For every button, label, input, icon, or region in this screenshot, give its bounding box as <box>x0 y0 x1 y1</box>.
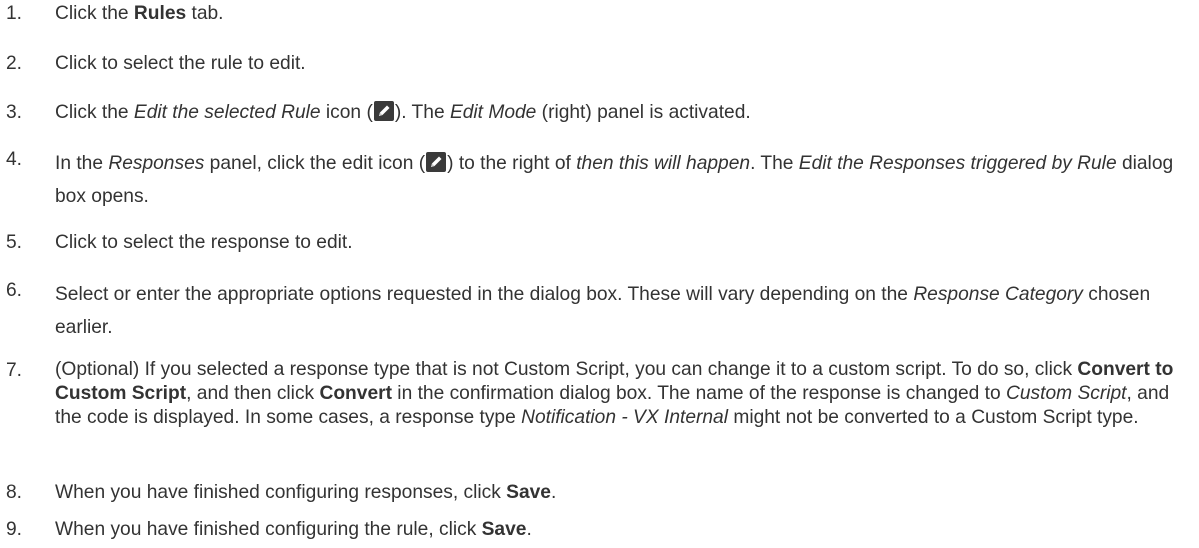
text-run: . The <box>750 153 799 174</box>
italic-term: Responses <box>108 153 205 174</box>
step-text: Select or enter the appropriate options … <box>55 278 1190 344</box>
step-text: Click to select the rule to edit. <box>55 51 1190 77</box>
italic-term: then this will happen <box>576 153 751 174</box>
text-run: Click to select the response to edit. <box>55 232 353 253</box>
step-number: 3. <box>6 102 23 123</box>
pencil-edit-icon <box>426 152 447 172</box>
text-run: When you have finished configuring respo… <box>55 482 507 503</box>
step-text: When you have finished configuring the r… <box>55 517 1190 543</box>
instruction-steps-list: 1. Click the Rules tab. 2. Click to sele… <box>0 0 1199 548</box>
step-text: (Optional) If you selected a response ty… <box>55 358 1190 430</box>
bold-term: Save <box>481 519 527 540</box>
bold-term: Convert <box>319 383 392 404</box>
text-run: . <box>550 482 557 503</box>
step-number: 6. <box>6 280 23 301</box>
step-text: Click the Edit the selected Rule icon ()… <box>55 100 1190 126</box>
text-run: ) to the right of <box>447 153 577 174</box>
step-number: 2. <box>6 53 23 74</box>
italic-term: Edit the selected Rule <box>133 102 321 123</box>
pencil-edit-icon <box>373 101 394 121</box>
step-number: 1. <box>6 3 23 24</box>
text-run: , and then click <box>186 383 320 404</box>
bold-term: Save <box>506 482 551 503</box>
step-text: When you have finished configuring respo… <box>55 480 1190 506</box>
step-text: Click the Rules tab. <box>55 1 1190 27</box>
text-run: Click the <box>55 102 134 123</box>
step-number: 9. <box>6 519 23 540</box>
italic-term: Response Category <box>913 284 1083 305</box>
text-run: When you have finished configuring the r… <box>55 519 482 540</box>
text-run: (right) panel is activated. <box>536 102 751 123</box>
text-run: panel, click the edit icon ( <box>204 153 426 174</box>
text-run: Click the <box>55 3 134 24</box>
italic-term: Notification - VX Internal <box>521 407 728 428</box>
text-run: . <box>526 519 532 540</box>
text-run: tab. <box>186 3 224 24</box>
text-run: In the <box>55 153 109 174</box>
text-run: icon ( <box>320 102 373 123</box>
bold-term: Rules <box>133 3 187 24</box>
step-number: 8. <box>6 482 23 503</box>
text-run: in the confirmation dialog box. The name… <box>391 383 1006 404</box>
step-text: In the Responses panel, click the edit i… <box>55 147 1190 213</box>
text-run: Select or enter the appropriate options … <box>55 284 914 305</box>
text-run: might not be converted to a Custom Scrip… <box>728 407 1139 428</box>
text-run: Click to select the rule to edit. <box>55 53 306 74</box>
italic-term: Custom Script <box>1006 383 1127 404</box>
step-number: 4. <box>6 149 23 170</box>
text-run: (Optional) If you selected a response ty… <box>55 359 1078 380</box>
step-number: 7. <box>6 360 23 381</box>
italic-term: Edit Mode <box>449 102 537 123</box>
text-run: ). The <box>394 102 450 123</box>
italic-term: Edit the Responses triggered by Rule <box>798 153 1117 174</box>
step-number: 5. <box>6 232 23 253</box>
step-text: Click to select the response to edit. <box>55 230 1190 256</box>
